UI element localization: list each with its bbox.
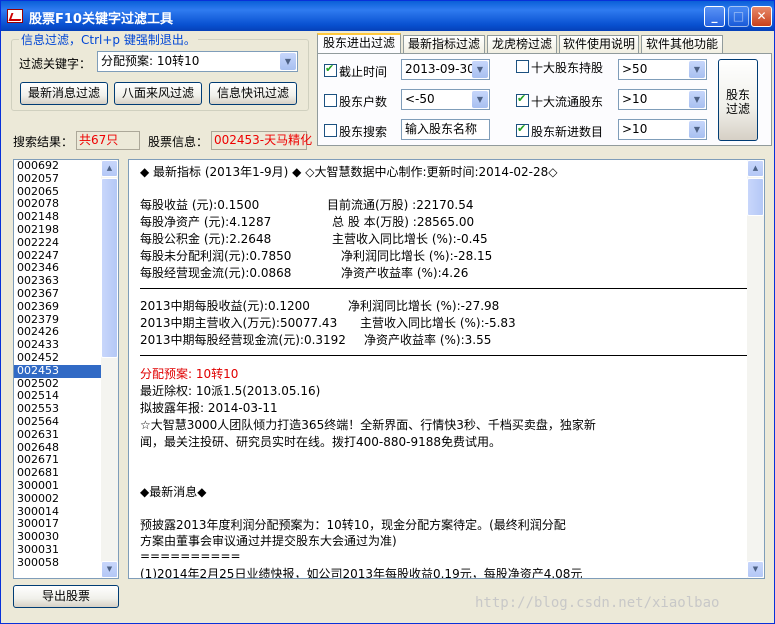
- top10-holder-checkbox[interactable]: [516, 60, 529, 73]
- holder-search-input[interactable]: 输入股东名称: [401, 119, 490, 140]
- news-filter-button[interactable]: 最新消息过滤: [20, 82, 108, 105]
- chevron-down-icon[interactable]: ▼: [280, 53, 296, 70]
- revenue-growth: 主营收入同比增长 (%):-0.45: [332, 232, 488, 246]
- navps: 每股净资产 (元):4.1287: [140, 215, 272, 229]
- holder-search-checkbox[interactable]: [324, 124, 337, 137]
- interim-cashflow: 2013中期每股经营现金流(元):0.3192: [140, 333, 346, 347]
- chevron-down-icon[interactable]: ▼: [472, 61, 488, 78]
- end-time-checkbox[interactable]: [324, 62, 337, 77]
- scroll-thumb[interactable]: [747, 178, 764, 216]
- tab-other-functions[interactable]: 软件其他功能: [641, 35, 723, 53]
- holder-filter-label-1: 股东: [725, 88, 750, 102]
- top10-float-select[interactable]: >10 ▼: [618, 89, 707, 110]
- end-time-value: 2013-09-30: [405, 62, 475, 76]
- scroll-down-icon[interactable]: ▼: [747, 561, 764, 578]
- keyword-value: 分配预案: 10转10: [101, 54, 200, 68]
- interim-revenue-growth: 主营收入同比增长 (%):-5.83: [360, 316, 516, 330]
- holder-count-checkbox[interactable]: [324, 94, 337, 107]
- new-holder-value: >10: [622, 122, 648, 136]
- interim-eps: 2013中期每股收益(元):0.1200: [140, 299, 310, 313]
- ad-line-2: 闻，最关注投研、研究员实时在线。拨打400-880-9188免费试用。: [140, 435, 502, 449]
- holder-count-select[interactable]: <-50 ▼: [401, 89, 490, 110]
- ex-right: 最近除权: 10派1.5(2013.05.16): [140, 384, 321, 398]
- news-line-1: 预披露2013年度利润分配预案为：10转10，现金分配方案待定。(最终利润分配: [140, 518, 566, 532]
- window-title: 股票F10关键字过滤工具: [29, 12, 173, 27]
- cashflow-ps: 每股经营现金流(元):0.0868: [140, 266, 292, 280]
- result-label: 搜索结果：: [13, 135, 74, 149]
- ad-line-1: ☆大智慧3000人团队倾力打造365终端！全新界面、行情快3秒、千档买卖盘，独家…: [140, 418, 596, 432]
- total-shares: 总 股 本(万股) :28565.00: [332, 215, 475, 229]
- news-separator: ==========: [140, 549, 241, 563]
- profit-growth: 净利润同比增长 (%):-28.15: [341, 249, 493, 263]
- wind-filter-button[interactable]: 八面来风过滤: [114, 82, 202, 105]
- end-time-label: 截止时间: [339, 65, 388, 79]
- divider: [140, 288, 747, 289]
- undistributed-ps: 每股未分配利润(元):0.7850: [140, 249, 292, 263]
- scroll-up-icon[interactable]: ▲: [747, 160, 764, 177]
- holder-count-label: 股东户数: [339, 95, 388, 109]
- end-time-select[interactable]: 2013-09-30 ▼: [401, 59, 490, 80]
- holder-filter-button[interactable]: 股东 过滤: [718, 59, 758, 141]
- maximize-button[interactable]: □: [728, 6, 749, 27]
- app-window: 股票F10关键字过滤工具 _ □ ✕ 信息过滤，Ctrl+p 键强制退出。 过滤…: [0, 0, 775, 624]
- chevron-down-icon[interactable]: ▼: [689, 91, 705, 108]
- scroll-thumb[interactable]: [101, 178, 118, 358]
- float-shares: 目前流通(万股) :22170.54: [327, 198, 474, 212]
- new-holder-label: 股东新进数目: [531, 125, 604, 139]
- top10-holder-label: 十大股东持股: [531, 61, 604, 75]
- close-button[interactable]: ✕: [751, 6, 772, 27]
- holder-count-value: <-50: [405, 92, 435, 106]
- top10-holder-select[interactable]: >50 ▼: [618, 59, 707, 80]
- top10-holder-value: >50: [622, 62, 648, 76]
- interim-profit-growth: 净利润同比增长 (%):-27.98: [348, 299, 500, 313]
- stock-list-scrollbar[interactable]: ▲ ▼: [101, 160, 118, 578]
- distribution-plan: 分配预案: 10转10: [140, 367, 239, 381]
- top10-float-value: >10: [622, 92, 648, 106]
- filter-group-title: 信息过滤，Ctrl+p 键强制退出。: [19, 31, 198, 48]
- tab-indicator-filter[interactable]: 最新指标过滤: [403, 35, 485, 53]
- report-date: 拟披露年报: 2014-03-11: [140, 401, 278, 415]
- interim-revenue: 2013中期主营收入(万元):50077.43: [140, 316, 338, 330]
- result-count: 共67只: [76, 131, 140, 150]
- news-line-3: (1)2014年2月25日业绩快报，如公司2013年每股收益0.19元，每股净资…: [140, 567, 583, 579]
- tab-usage-guide[interactable]: 软件使用说明: [559, 35, 639, 53]
- top10-float-label: 十大流通股东: [531, 95, 604, 109]
- stock-list[interactable]: 000692 002057 002065 002078 002148 002198 0022…: [13, 159, 119, 579]
- tab-dragon-tiger-filter[interactable]: 龙虎榜过滤: [487, 35, 557, 53]
- flash-filter-button[interactable]: 信息快讯过滤: [209, 82, 297, 105]
- divider: [140, 355, 747, 356]
- keyword-label: 过滤关键字：: [19, 57, 92, 71]
- title-bar[interactable]: 股票F10关键字过滤工具 _ □ ✕: [1, 1, 774, 31]
- scroll-down-icon[interactable]: ▼: [101, 561, 118, 578]
- content-header: ◆ 最新指标 (2013年1-9月) ◆ ◇大智慧数据中心制作:更新时间:201…: [140, 165, 558, 179]
- scroll-up-icon[interactable]: ▲: [101, 160, 118, 177]
- news-line-2: 方案由董事会审议通过并提交股东大会通过为准): [140, 534, 397, 548]
- app-chart-icon: [7, 9, 23, 23]
- f10-content-pane[interactable]: ◆ 最新指标 (2013年1-9月) ◆ ◇大智慧数据中心制作:更新时间:201…: [128, 159, 765, 579]
- content-scrollbar[interactable]: ▲ ▼: [747, 160, 764, 578]
- chevron-down-icon[interactable]: ▼: [689, 121, 705, 138]
- top10-float-checkbox[interactable]: [516, 92, 529, 107]
- holder-filter-label-2: 过滤: [725, 102, 750, 116]
- roe: 净资产收益率 (%):4.26: [341, 266, 469, 280]
- chevron-down-icon[interactable]: ▼: [472, 91, 488, 108]
- new-holder-select[interactable]: >10 ▼: [618, 119, 707, 140]
- watermark: http://blog.csdn.net/xiaolbao: [475, 595, 720, 611]
- keyword-select[interactable]: 分配预案: 10转10 ▼: [97, 51, 298, 72]
- eps: 每股收益 (元):0.1500: [140, 198, 260, 212]
- tab-holder-filter[interactable]: 股东进出过滤: [317, 33, 401, 54]
- chevron-down-icon[interactable]: ▼: [689, 61, 705, 78]
- reserve-ps: 每股公积金 (元):2.2648: [140, 232, 272, 246]
- holder-search-label: 股东搜索: [339, 125, 388, 139]
- new-holder-checkbox[interactable]: [516, 122, 529, 137]
- export-stocks-button[interactable]: 导出股票: [13, 585, 119, 608]
- interim-roe: 净资产收益率 (%):3.55: [364, 333, 492, 347]
- news-title: ◆最新消息◆: [140, 485, 207, 499]
- stock-info-value: 002453-天马精化: [211, 131, 312, 150]
- stock-info-label: 股票信息：: [148, 135, 209, 149]
- minimize-button[interactable]: _: [704, 6, 725, 27]
